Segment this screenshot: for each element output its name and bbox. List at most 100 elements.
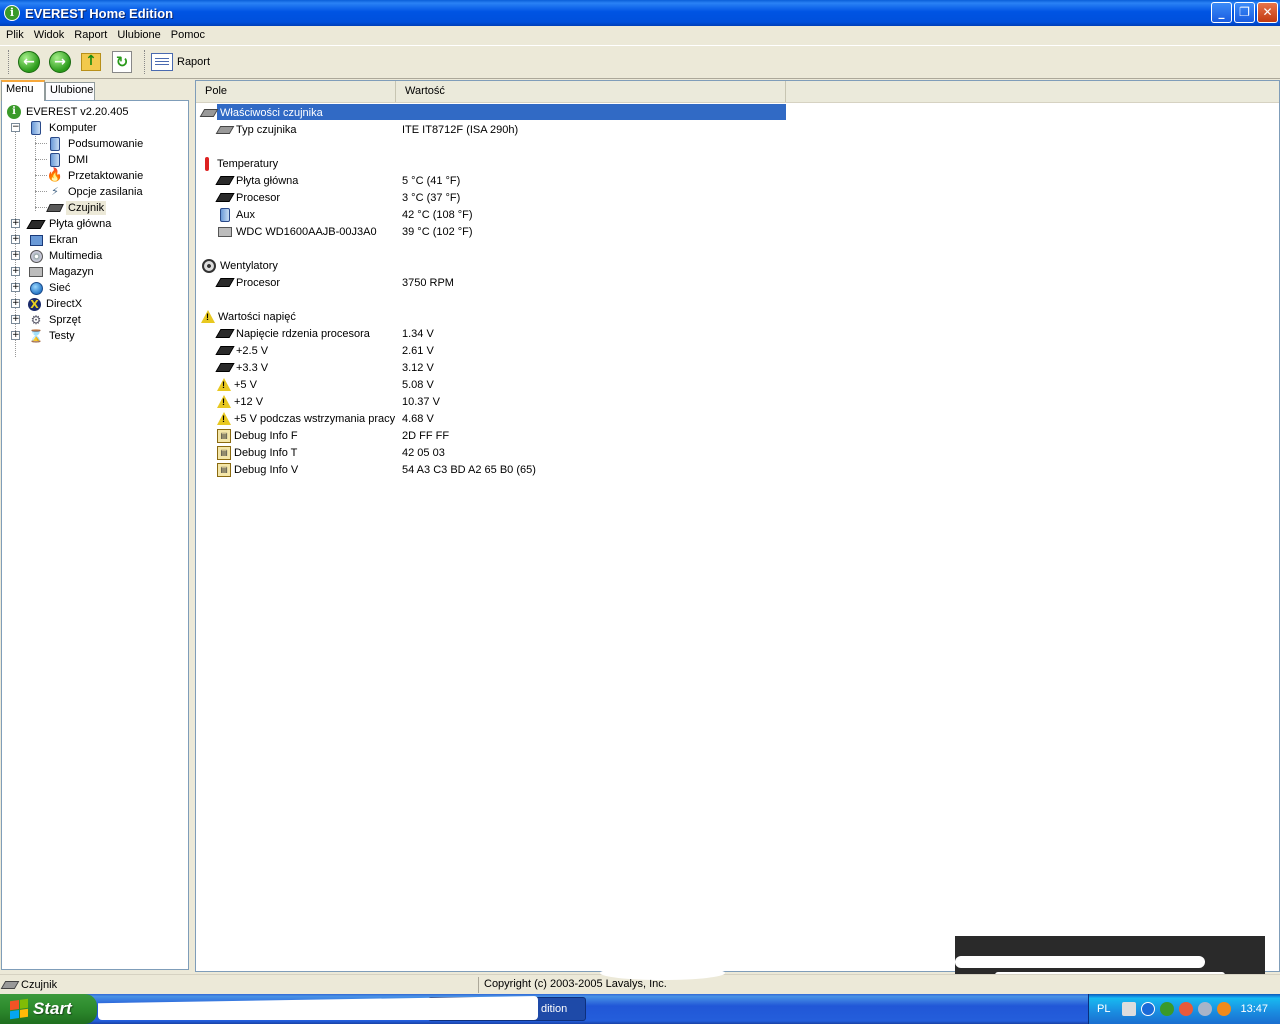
- update-tray-icon[interactable]: [1217, 1002, 1232, 1016]
- report-button[interactable]: Raport: [151, 48, 214, 76]
- report-icon: [151, 53, 173, 71]
- list-row[interactable]: ▤ Debug Info F 2D FF FF: [196, 427, 1279, 444]
- menu-raport[interactable]: Raport: [69, 29, 112, 41]
- directx-icon: X: [28, 297, 41, 311]
- list-row[interactable]: +5 V 5.08 V: [196, 376, 1279, 393]
- tree-item-podsumowanie[interactable]: Podsumowanie: [47, 136, 145, 152]
- field-value: 2D FF FF: [402, 429, 450, 442]
- menu-widok[interactable]: Widok: [29, 29, 70, 41]
- menu-ulubione[interactable]: Ulubione: [112, 29, 165, 41]
- tree-label: Sprzęt: [49, 314, 81, 326]
- list-row[interactable]: +3.3 V 3.12 V: [196, 359, 1279, 376]
- tree-item-czujnik[interactable]: Czujnik: [46, 200, 107, 216]
- row-field: ▤ Debug Info T: [217, 445, 297, 460]
- tree-label: Ekran: [49, 234, 78, 246]
- tree-item-sprzet[interactable]: ⚙ Sprzęt: [28, 312, 83, 328]
- menu-plik[interactable]: Plik: [1, 29, 29, 41]
- expand-ekran-toggle[interactable]: +: [11, 235, 20, 244]
- tree-item-testy[interactable]: ⌛ Testy: [28, 328, 77, 344]
- list-row[interactable]: Płyta główna 5 °C (41 °F): [196, 172, 1279, 189]
- power-plug-icon: ⚡: [51, 185, 59, 198]
- tree-item-everest[interactable]: i EVEREST v2.20.405: [7, 104, 131, 120]
- column-value-header[interactable]: Wartość: [396, 81, 786, 102]
- list-row[interactable]: Procesor 3750 RPM: [196, 274, 1279, 291]
- clock[interactable]: 13:47: [1240, 1003, 1268, 1015]
- field-value: 4.68 V: [402, 412, 434, 425]
- list-row[interactable]: +2.5 V 2.61 V: [196, 342, 1279, 359]
- list-row[interactable]: +5 V podczas wstrzymania pracy 4.68 V: [196, 410, 1279, 427]
- collapse-komputer-toggle[interactable]: −: [11, 123, 20, 132]
- tray-expand-icon[interactable]: [1141, 1002, 1156, 1016]
- tab-menu[interactable]: Menu: [1, 80, 45, 101]
- tree-label: Czujnik: [66, 201, 107, 215]
- window-controls: _ ❐ ✕: [1211, 2, 1278, 23]
- system-tray: PL 13:47: [1088, 994, 1280, 1024]
- title-bar[interactable]: i EVEREST Home Edition _ ❐ ✕: [0, 0, 1280, 26]
- back-arrow-icon: ←: [18, 51, 40, 73]
- tree-item-siec[interactable]: Sieć: [28, 280, 72, 296]
- expand-testy-toggle[interactable]: +: [11, 331, 20, 340]
- column-field-header[interactable]: Pole: [196, 81, 396, 102]
- status-divider: [478, 977, 479, 993]
- expand-siec-toggle[interactable]: +: [11, 283, 20, 292]
- minimize-button[interactable]: _: [1211, 2, 1232, 23]
- menu-pomoc[interactable]: Pomoc: [166, 29, 210, 41]
- restore-button[interactable]: ❐: [1234, 2, 1255, 23]
- field-label: +5 V podczas wstrzymania pracy: [234, 412, 396, 425]
- list-row[interactable]: ▤ Debug Info V 54 A3 C3 BD A2 65 B0 (65): [196, 461, 1279, 478]
- list-row[interactable]: +12 V 10.37 V: [196, 393, 1279, 410]
- list-row[interactable]: WDC WD1600AAJB-00J3A0 39 °C (102 °F): [196, 223, 1279, 240]
- keyboard-icon[interactable]: [1122, 1002, 1137, 1016]
- cpu-icon: [215, 326, 235, 342]
- cpu-icon: [215, 360, 235, 376]
- group-row-sensor-props[interactable]: Właściwości czujnika: [196, 104, 1279, 121]
- list-row[interactable]: Typ czujnika ITE IT8712F (ISA 290h): [196, 121, 1279, 138]
- list-row[interactable]: Procesor 3 °C (37 °F): [196, 189, 1279, 206]
- status-copyright: Copyright (c) 2003-2005 Lavalys, Inc.: [484, 978, 667, 990]
- cd-icon: [28, 248, 44, 264]
- computer-icon: [217, 207, 233, 223]
- menu-bar: Plik Widok Raport Ulubione Pomoc: [0, 26, 1280, 44]
- expand-directx-toggle[interactable]: +: [11, 299, 20, 308]
- expand-multimedia-toggle[interactable]: +: [11, 251, 20, 260]
- everest-tray-icon[interactable]: [1160, 1002, 1175, 1016]
- network-tray-icon[interactable]: [1198, 1002, 1213, 1016]
- refresh-button[interactable]: ↻: [108, 48, 136, 76]
- expand-plyta-toggle[interactable]: +: [11, 219, 20, 228]
- list-row[interactable]: Napięcie rdzenia procesora 1.34 V: [196, 325, 1279, 342]
- tree-label: Opcje zasilania: [68, 186, 143, 198]
- navigation-panel: Menu Ulubione i EVEREST v2.20.405 − Komp…: [0, 80, 192, 972]
- group-row-temperatures[interactable]: Temperatury: [196, 155, 1279, 172]
- tree-item-przetaktowanie[interactable]: 🔥 Przetaktowanie: [47, 168, 145, 184]
- tree-item-ekran[interactable]: Ekran: [28, 232, 80, 248]
- close-button[interactable]: ✕: [1257, 2, 1278, 23]
- voltage-warning-icon: [217, 395, 231, 408]
- voltage-warning-icon: [217, 412, 231, 425]
- language-indicator[interactable]: PL: [1097, 1003, 1110, 1015]
- tree-item-magazyn[interactable]: Magazyn: [28, 264, 96, 280]
- start-button[interactable]: Start: [0, 994, 97, 1024]
- toolbar: ← → ↑ ↻ Raport: [0, 45, 1280, 79]
- tree-item-directx[interactable]: X DirectX: [28, 296, 84, 312]
- antivirus-tray-icon[interactable]: [1179, 1002, 1194, 1016]
- tree-item-plyta-glowna[interactable]: Płyta główna: [26, 216, 113, 232]
- tab-ulubione[interactable]: Ulubione: [45, 82, 95, 100]
- list-row[interactable]: Aux 42 °C (108 °F): [196, 206, 1279, 223]
- field-label: Debug Info F: [234, 429, 298, 442]
- toolbar-grip[interactable]: [8, 50, 11, 74]
- back-button[interactable]: ←: [15, 48, 43, 76]
- report-button-label: Raport: [177, 56, 211, 68]
- tree-label: Sieć: [49, 282, 71, 294]
- group-field: Wentylatory: [201, 258, 278, 274]
- expand-sprzet-toggle[interactable]: +: [11, 315, 20, 324]
- tree-item-opcje-zasilania[interactable]: ⚡ Opcje zasilania: [47, 184, 145, 200]
- forward-button[interactable]: →: [46, 48, 74, 76]
- group-row-fans[interactable]: Wentylatory: [196, 257, 1279, 274]
- list-row[interactable]: ▤ Debug Info T 42 05 03: [196, 444, 1279, 461]
- tree-item-multimedia[interactable]: Multimedia: [28, 248, 104, 264]
- expand-magazyn-toggle[interactable]: +: [11, 267, 20, 276]
- tree-item-komputer[interactable]: Komputer: [28, 120, 99, 136]
- up-button[interactable]: ↑: [77, 48, 105, 76]
- group-row-voltages[interactable]: Wartości napięć: [196, 308, 1279, 325]
- tree-item-dmi[interactable]: DMI: [47, 152, 90, 168]
